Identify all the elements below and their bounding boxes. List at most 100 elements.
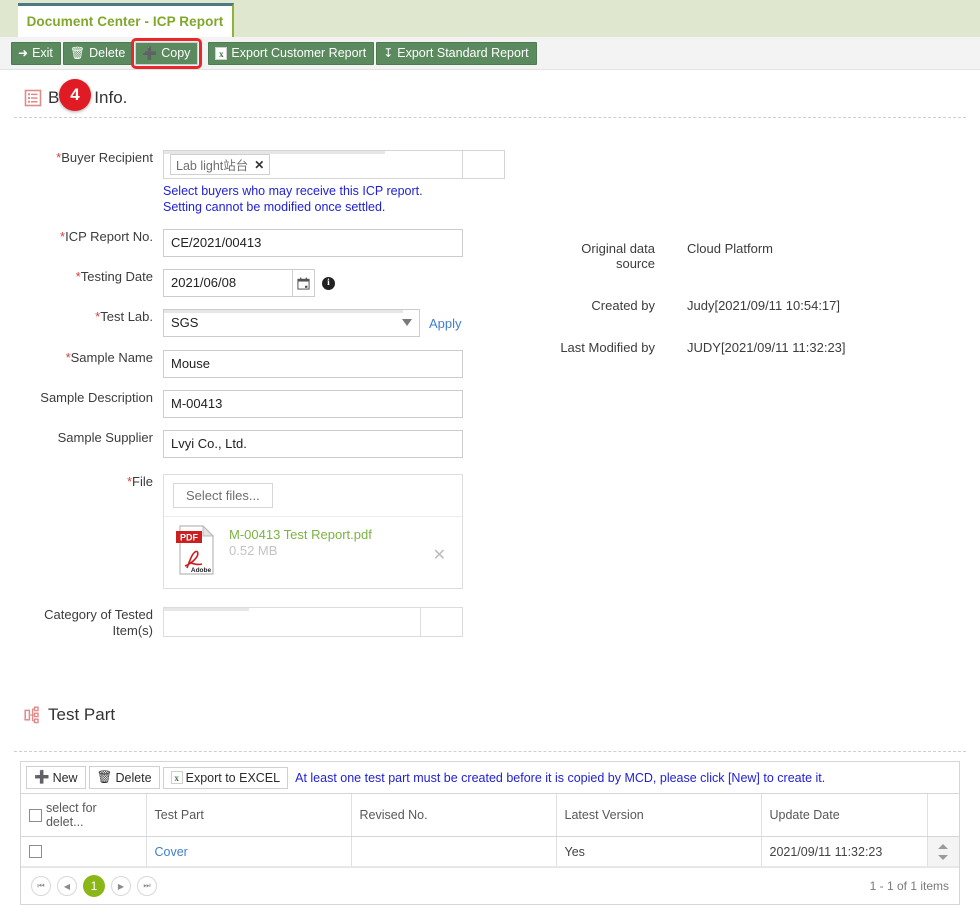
test-lab-select[interactable]: SGS (163, 309, 420, 337)
export-customer-report-button[interactable]: x Export Customer Report (208, 41, 375, 65)
grid-new-button[interactable]: ➕ New (26, 766, 86, 789)
apply-link[interactable]: Apply (429, 316, 462, 331)
sample-name-input[interactable]: Mouse (163, 350, 463, 378)
column-header-latest-version[interactable]: Latest Version (556, 794, 762, 837)
select-all-checkbox[interactable] (29, 808, 42, 822)
list-icon (24, 89, 42, 107)
icp-report-no-label: *ICP Report No. (0, 229, 163, 245)
file-meta: M-00413 Test Report.pdf 0.52 MB (229, 524, 372, 558)
excel-icon: x (170, 771, 183, 784)
pager-info: 1 - 1 of 1 items (869, 879, 949, 893)
sample-name-label: *Sample Name (0, 350, 163, 366)
test-lab-select-value: SGS (163, 309, 420, 337)
grid-export-excel-button[interactable]: x Export to EXCEL (162, 766, 289, 789)
category-label-line2: Item(s) (112, 623, 153, 638)
download-icon: ↧ (383, 46, 394, 60)
buyer-recipient-chip[interactable]: Lab light站台 ✕ (170, 154, 271, 175)
icp-report-no-label-text: ICP Report No. (65, 229, 153, 244)
column-header-spacer (927, 794, 959, 837)
select-files-button[interactable]: Select files... (173, 483, 273, 508)
field-buyer-recipient: *Buyer Recipient Lab light站台 ✕ Select bu… (0, 150, 980, 215)
buyer-recipient-hint: Select buyers who may receive this ICP r… (163, 184, 423, 214)
category-picker-button[interactable] (421, 607, 463, 637)
row-update-date-cell: 2021/09/11 11:32:23 (761, 836, 928, 867)
created-by-label: Created by (591, 298, 655, 313)
column-header-revised-no[interactable]: Revised No. (351, 794, 557, 837)
chip-remove-icon[interactable]: ✕ (254, 158, 264, 172)
copy-button[interactable]: ➕ Copy (131, 37, 203, 69)
last-modified-by-label: Last Modified by (560, 340, 655, 355)
meta-row-created-by: Created by Judy[2021/09/11 10:54:17] (540, 298, 960, 313)
basic-info-section-header: Basic Info. (0, 88, 980, 108)
test-part-grid: ➕ New 🗑 Delete x Export to EXCEL At leas… (20, 761, 960, 905)
scroll-up-icon[interactable] (938, 843, 949, 849)
metadata-column: Original data source Cloud Platform Crea… (540, 241, 960, 355)
exit-button[interactable]: ➜ Exit (11, 41, 61, 65)
icp-report-no-input[interactable]: CE/2021/00413 (163, 229, 463, 257)
plus-icon: ➕ (34, 770, 50, 784)
buyer-recipient-input[interactable]: Lab light站台 ✕ (163, 150, 463, 179)
buyer-recipient-picker-button[interactable] (463, 150, 505, 179)
export-standard-report-label: Export Standard Report (397, 46, 529, 60)
file-select-area: Select files... (164, 475, 462, 517)
tab-document-center-icp-report[interactable]: Document Center - ICP Report (18, 3, 234, 37)
page-content: Basic Info. *Buyer Recipient Lab light站台… (0, 70, 980, 905)
testing-date-label-text: Testing Date (80, 269, 153, 284)
export-standard-report-button[interactable]: ↧ Export Standard Report (376, 41, 537, 65)
row-checkbox[interactable] (29, 844, 42, 858)
sample-supplier-input[interactable]: Lvyi Co., Ltd. (163, 430, 463, 458)
delete-button[interactable]: 🗑 Delete (62, 41, 134, 65)
calendar-button[interactable] (293, 269, 315, 297)
row-test-part-cell: Cover (146, 836, 352, 867)
info-icon[interactable]: i (322, 276, 335, 290)
file-remove-icon[interactable]: ✕ (433, 545, 446, 565)
hierarchy-icon (24, 706, 39, 724)
category-input[interactable] (163, 607, 421, 637)
grid-warning-message: At least one test part must be created b… (295, 770, 826, 785)
pager-page-1[interactable]: 1 (83, 875, 105, 897)
grid-delete-button[interactable]: 🗑 Delete (88, 766, 160, 789)
tab-strip: Document Center - ICP Report (0, 0, 980, 37)
row-revised-no-cell (351, 836, 557, 867)
test-part-section-header: Test Part (0, 705, 115, 725)
excel-icon: x (215, 46, 228, 60)
column-header-test-part[interactable]: Test Part (146, 794, 352, 837)
pager-next-button[interactable]: ▶ (111, 876, 131, 896)
grid-pager: ⏮ ◀ 1 ▶ ⏭ 1 - 1 of 1 items (21, 867, 959, 904)
tab-label: Document Center - ICP Report (26, 14, 224, 29)
plus-icon: ➕ (142, 46, 158, 60)
pager-last-button[interactable]: ⏭ (137, 876, 157, 896)
chevron-down-icon (402, 319, 412, 326)
field-category-of-tested-items: Category of Tested Item(s) (0, 607, 980, 639)
buyer-recipient-label-text: Buyer Recipient (61, 150, 153, 165)
original-data-source-value: Cloud Platform (687, 241, 773, 256)
test-part-title: Test Part (48, 705, 116, 724)
row-latest-version-cell: Yes (556, 836, 762, 867)
sample-description-label: Sample Description (40, 390, 153, 405)
file-size: 0.52 MB (229, 543, 278, 558)
buyer-recipient-chip-label: Lab light站台 (176, 159, 249, 173)
file-label: *File (0, 474, 163, 490)
grid-delete-label: Delete (115, 770, 152, 785)
row-scroll-spinner-cell[interactable] (927, 836, 959, 867)
sample-description-input[interactable]: M-00413 (163, 390, 463, 418)
testing-date-input[interactable]: 2021/06/08 (163, 269, 293, 297)
category-label: Category of Tested Item(s) (0, 607, 163, 639)
test-part-link[interactable]: Cover (155, 845, 188, 859)
grid-toolbar: ➕ New 🗑 Delete x Export to EXCEL At leas… (21, 762, 959, 794)
table-header-row: select for delet... Test Part Revised No… (21, 794, 959, 837)
scroll-down-icon[interactable] (938, 854, 949, 860)
file-list-item: PDF Adobe M-00413 Test Report.pdf 0.52 M… (164, 517, 462, 588)
delete-button-label: Delete (89, 46, 126, 60)
main-toolbar: ➜ Exit 🗑 Delete ➕ Copy x Export Customer… (0, 37, 980, 70)
meta-row-last-modified-by: Last Modified by JUDY[2021/09/11 11:32:2… (540, 340, 960, 355)
file-name[interactable]: M-00413 Test Report.pdf (229, 527, 372, 542)
sample-supplier-label: Sample Supplier (57, 430, 153, 445)
pager-prev-button[interactable]: ◀ (57, 876, 77, 896)
step-badge: 4 (59, 79, 91, 111)
column-header-update-date[interactable]: Update Date (761, 794, 928, 837)
pager-first-button[interactable]: ⏮ (31, 876, 51, 896)
last-modified-by-value: JUDY[2021/09/11 11:32:23] (687, 340, 846, 355)
buyer-recipient-label: *Buyer Recipient (0, 150, 163, 166)
pdf-icon: PDF Adobe (174, 524, 218, 576)
